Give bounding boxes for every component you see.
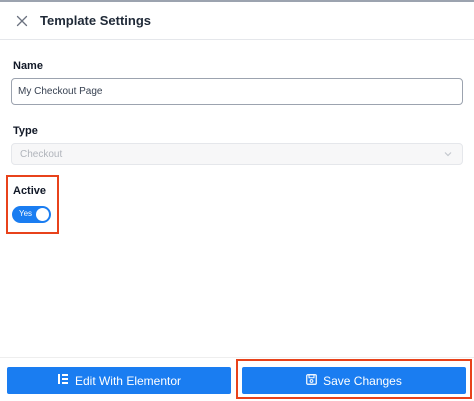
save-button-label: Save Changes [323, 373, 402, 388]
edit-button-label: Edit With Elementor [74, 373, 182, 388]
panel-title: Template Settings [40, 13, 152, 28]
name-label: Name [13, 60, 43, 72]
active-toggle[interactable]: Yes [12, 206, 51, 223]
close-icon [16, 15, 28, 27]
save-changes-button[interactable]: Save Changes [242, 367, 466, 394]
type-select-value: Checkout [20, 149, 63, 160]
active-highlight-box [6, 175, 59, 234]
elementor-icon [57, 373, 69, 388]
type-select[interactable]: Checkout [11, 143, 463, 165]
close-button[interactable] [13, 12, 31, 30]
type-label: Type [13, 125, 38, 137]
panel-header: Template Settings [0, 2, 474, 40]
name-input[interactable] [11, 78, 463, 105]
save-icon [306, 373, 317, 388]
footer-divider [0, 357, 474, 358]
active-label: Active [13, 185, 47, 197]
chevron-down-icon [444, 152, 452, 157]
toggle-knob [36, 208, 49, 221]
edit-with-elementor-button[interactable]: Edit With Elementor [7, 367, 231, 394]
active-toggle-text: Yes [19, 209, 33, 218]
